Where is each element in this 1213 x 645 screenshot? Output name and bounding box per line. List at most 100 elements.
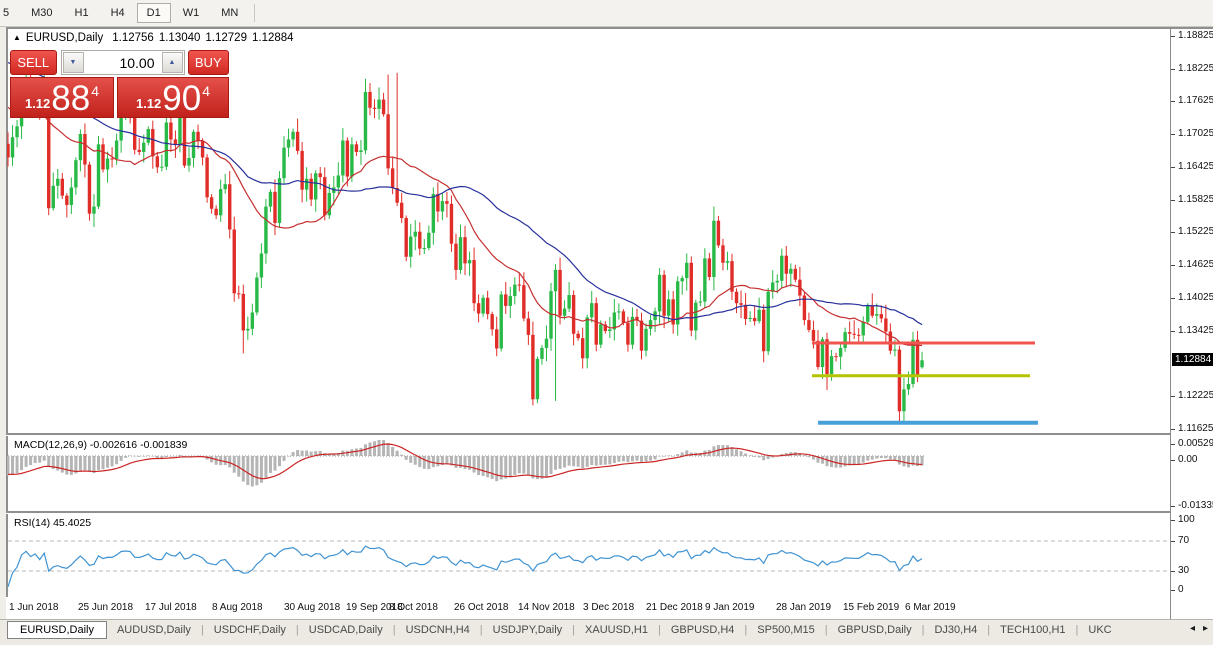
macd-axis-label: -0.013353 — [1178, 500, 1213, 511]
chart-tab-usdcnh-h4[interactable]: USDCNH,H4 — [396, 622, 480, 638]
buy-price-prefix: 1.12 — [136, 96, 161, 111]
axis-tick — [1171, 571, 1175, 572]
chart-tab-eurusd-daily[interactable]: EURUSD,Daily — [7, 621, 107, 639]
collapse-triangle-icon[interactable]: ▲ — [13, 33, 21, 42]
rsi-axis-label: 0 — [1178, 584, 1184, 595]
price-axis-label: 1.14625 — [1178, 259, 1213, 270]
sell-price-box[interactable]: 1.12 88 4 — [10, 77, 114, 118]
rsi-pane-splitter[interactable] — [6, 511, 1213, 514]
tab-scroll-arrows: ◂▸ — [1190, 623, 1208, 634]
chart-tab-xauusd-h1[interactable]: XAUUSD,H1 — [575, 622, 658, 638]
price-axis-label: 1.15225 — [1178, 226, 1213, 237]
date-axis-label: 28 Jan 2019 — [776, 602, 831, 613]
rsi-indicator-label: RSI(14) 45.4025 — [14, 517, 91, 529]
chart-tab-usdchf-daily[interactable]: USDCHF,Daily — [204, 622, 296, 638]
date-axis-label: 30 Aug 2018 — [284, 602, 340, 613]
price-axis-label: 1.16425 — [1178, 161, 1213, 172]
price-axis-label: 1.11625 — [1178, 423, 1213, 434]
chart-tab-gbpusd-h4[interactable]: GBPUSD,H4 — [661, 622, 745, 638]
chart-tab-sp500-m15[interactable]: SP500,M15 — [747, 622, 824, 638]
chart-tab-dj30-h4[interactable]: DJ30,H4 — [924, 622, 987, 638]
ohlc-high: 1.13040 — [159, 32, 201, 44]
chart-tab-tech100-h1[interactable]: TECH100,H1 — [990, 622, 1075, 638]
chart-tab-audusd-daily[interactable]: AUDUSD,Daily — [107, 622, 201, 638]
macd-axis-label: 0.005294 — [1178, 438, 1213, 449]
chart-tab-usdjpy-daily[interactable]: USDJPY,Daily — [483, 622, 573, 638]
axis-tick — [1171, 69, 1175, 70]
tab-scroll-right-icon[interactable]: ▸ — [1203, 623, 1208, 634]
sell-price-prefix: 1.12 — [25, 96, 50, 111]
axis-tick — [1171, 36, 1175, 37]
buy-button[interactable]: BUY — [188, 50, 229, 75]
axis-tick — [1171, 396, 1175, 397]
chart-symbol-label: EURUSD,Daily — [26, 32, 103, 44]
date-axis-label: 8 Aug 2018 — [212, 602, 263, 613]
macd-pane-splitter[interactable] — [6, 433, 1213, 436]
date-axis-label: 8 Oct 2018 — [389, 602, 438, 613]
date-axis-label: 17 Jul 2018 — [145, 602, 197, 613]
buy-price-box[interactable]: 1.12 90 4 — [117, 77, 229, 118]
date-axis-label: 25 Jun 2018 — [78, 602, 133, 613]
axis-tick — [1171, 134, 1175, 135]
rsi-axis-label: 30 — [1178, 565, 1189, 576]
axis-tick — [1171, 444, 1175, 445]
tab-scroll-left-icon[interactable]: ◂ — [1190, 623, 1195, 634]
buy-price-pip: 4 — [202, 83, 210, 99]
date-axis-label: 1 Jun 2018 — [9, 602, 59, 613]
chart-title: ▲ EURUSD,Daily 1.12756 1.13040 1.12729 1… — [13, 32, 294, 44]
chart-tab-ukc[interactable]: UKC — [1078, 622, 1121, 638]
price-axis-label: 1.12225 — [1178, 390, 1213, 401]
ohlc-low: 1.12729 — [205, 32, 247, 44]
time-axis[interactable]: 1 Jun 2018 25 Jun 2018 17 Jul 2018 8 Aug 20… — [6, 597, 1170, 619]
axis-tick — [1171, 265, 1175, 266]
macd-indicator-label: MACD(12,26,9) -0.002616 -0.001839 — [14, 439, 187, 451]
current-price-tag: 1.12884 — [1172, 353, 1213, 366]
axis-tick — [1171, 200, 1175, 201]
volume-increase-button[interactable]: ▲ — [162, 52, 183, 73]
chevron-down-icon: ▼ — [70, 59, 77, 66]
sell-price-big: 88 — [51, 82, 90, 115]
ohlc-close: 1.12884 — [252, 32, 294, 44]
date-axis-label: 15 Feb 2019 — [843, 602, 899, 613]
date-axis-label: 9 Jan 2019 — [705, 602, 755, 613]
date-axis-label: 26 Oct 2018 — [454, 602, 508, 613]
chart-tab-bar: EURUSD,DailyAUDUSD,Daily|USDCHF,Daily|US… — [0, 619, 1213, 639]
axis-tick — [1171, 232, 1175, 233]
axis-tick — [1171, 101, 1175, 102]
rsi-axis-label: 100 — [1178, 514, 1195, 525]
axis-tick — [1171, 520, 1175, 521]
price-axis-label: 1.17625 — [1178, 95, 1213, 106]
date-axis-label: 21 Dec 2018 — [646, 602, 703, 613]
date-axis-label: 3 Dec 2018 — [583, 602, 634, 613]
price-axis-label: 1.13425 — [1178, 325, 1213, 336]
ohlc-open: 1.12756 — [112, 32, 154, 44]
price-axis[interactable]: 1.18825 1.18225 1.17625 1.17025 1.16425 1.158… — [1170, 29, 1213, 619]
chart-tab-usdcad-daily[interactable]: USDCAD,Daily — [299, 622, 393, 638]
chevron-up-icon: ▲ — [169, 59, 176, 66]
date-axis-label: 14 Nov 2018 — [518, 602, 575, 613]
macd-axis-label: 0.00 — [1178, 454, 1197, 465]
rsi-axis-label: 70 — [1178, 535, 1189, 546]
chart-tab-gbpusd-daily[interactable]: GBPUSD,Daily — [828, 622, 922, 638]
one-click-trade-panel: SELL ▼ 10.00 ▲ BUY 1.12 88 4 1.12 90 — [10, 50, 229, 118]
price-axis-label: 1.15825 — [1178, 194, 1213, 205]
sell-price-pip: 4 — [91, 83, 99, 99]
sell-button[interactable]: SELL — [10, 50, 57, 75]
price-axis-label: 1.18825 — [1178, 30, 1213, 41]
axis-tick — [1171, 590, 1175, 591]
volume-spinner: ▼ 10.00 ▲ — [61, 50, 185, 75]
axis-tick — [1171, 506, 1175, 507]
axis-tick — [1171, 541, 1175, 542]
axis-tick — [1171, 298, 1175, 299]
buy-price-big: 90 — [162, 82, 201, 115]
axis-tick — [1171, 331, 1175, 332]
date-axis-label: 6 Mar 2019 — [905, 602, 956, 613]
volume-input[interactable]: 10.00 — [85, 51, 161, 74]
axis-tick — [1171, 460, 1175, 461]
volume-decrease-button[interactable]: ▼ — [63, 52, 84, 73]
axis-tick — [1171, 167, 1175, 168]
axis-tick — [1171, 429, 1175, 430]
mt4-window: 5M30H1H4D1W1MN ▲ EURUSD,Daily 1.12756 1.… — [0, 0, 1213, 645]
price-axis-label: 1.18225 — [1178, 63, 1213, 74]
price-axis-label: 1.17025 — [1178, 128, 1213, 139]
